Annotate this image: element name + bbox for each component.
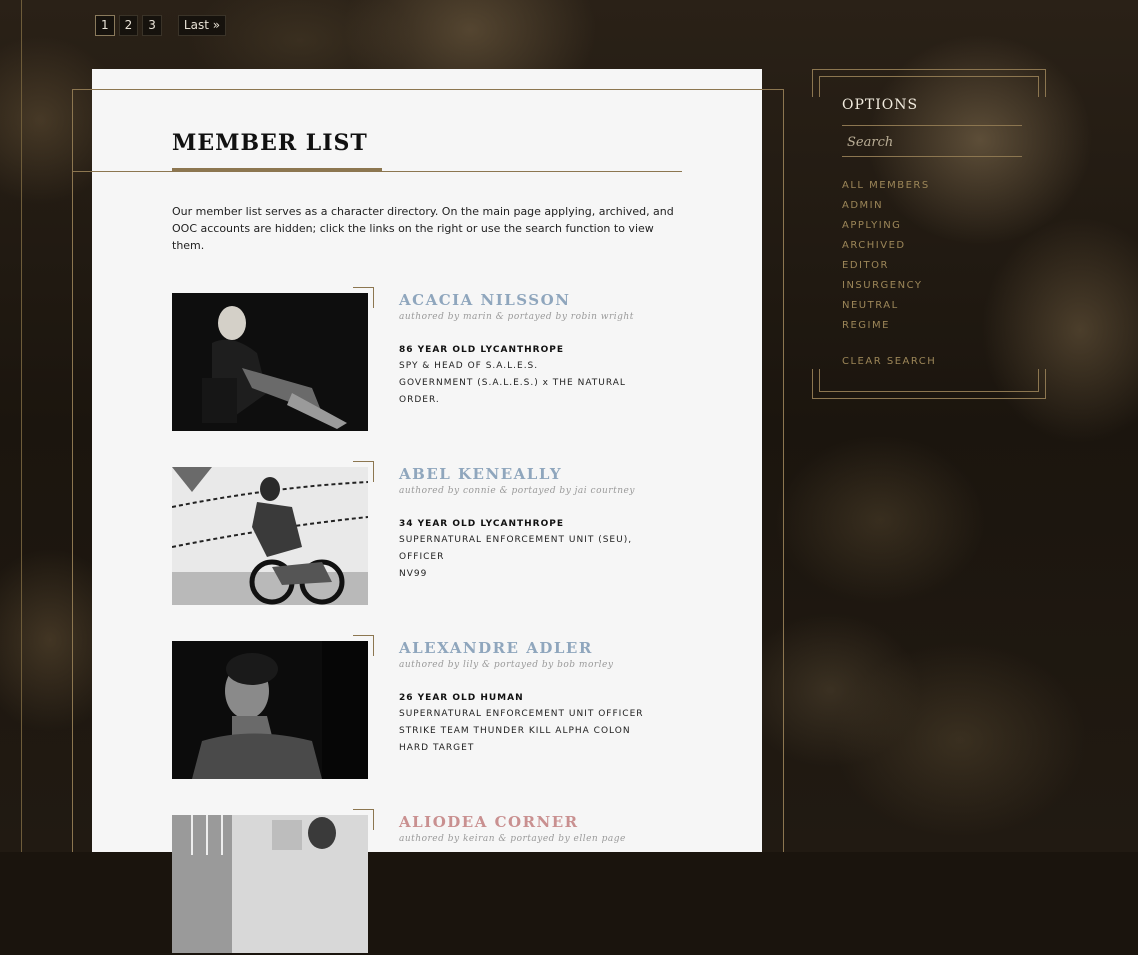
options-divider — [842, 125, 1022, 126]
search-input[interactable] — [842, 130, 1022, 154]
filter-all-members-link[interactable]: ALL MEMBERS — [842, 176, 930, 196]
member-detail: SUPERNATURAL ENFORCEMENT UNIT OFFICER — [399, 709, 644, 719]
member-detail: SUPERNATURAL ENFORCEMENT UNIT (SEU), — [399, 535, 633, 545]
filter-editor-link[interactable]: EDITOR — [842, 256, 930, 276]
member-name[interactable]: ALEXANDRE ADLER — [399, 639, 593, 657]
member-age: 86 YEAR OLD LYCANTHROPE — [399, 345, 564, 355]
last-page-link[interactable]: Last » — [177, 15, 227, 36]
member-age: 26 YEAR OLD HUMAN — [399, 693, 524, 703]
panel-frame-right — [783, 89, 784, 852]
member-photo[interactable] — [172, 293, 368, 431]
filter-applying-link[interactable]: APPLYING — [842, 216, 930, 236]
decorative-border-line — [21, 0, 22, 852]
filter-links: ALL MEMBERS ADMIN APPLYING ARCHIVED EDIT… — [842, 176, 930, 336]
pagination: 1 2 3 Last » — [95, 15, 227, 36]
photo-corner-accent — [353, 461, 374, 482]
member-detail: STRIKE TEAM THUNDER KILL ALPHA COLON — [399, 726, 631, 736]
page-3-link[interactable]: 3 — [142, 15, 162, 36]
filter-insurgency-link[interactable]: INSURGENCY — [842, 276, 930, 296]
member-credit: authored by marin & portayed by robin wr… — [399, 312, 634, 322]
photo-corner-accent — [353, 809, 374, 830]
member-detail: SPY & HEAD OF S.A.L.E.S. — [399, 361, 539, 371]
panel-frame-left — [72, 89, 73, 852]
member-detail: NV99 — [399, 569, 428, 579]
member-credit: authored by lily & portayed by bob morle… — [399, 660, 614, 670]
filter-neutral-link[interactable]: NEUTRAL — [842, 296, 930, 316]
member-credit: authored by keiran & portayed by ellen p… — [399, 834, 626, 844]
page-2-link[interactable]: 2 — [118, 15, 139, 36]
page-1-link[interactable]: 1 — [95, 15, 115, 36]
title-divider — [72, 171, 682, 172]
member-credit: authored by connie & portayed by jai cou… — [399, 486, 635, 496]
clear-search-link[interactable]: CLEAR SEARCH — [842, 356, 936, 367]
member-card: ABEL KENEALLY authored by connie & porta… — [172, 461, 672, 607]
member-photo[interactable] — [172, 815, 368, 953]
member-card: ALEXANDRE ADLER authored by lily & porta… — [172, 635, 672, 781]
member-name[interactable]: ACACIA NILSSON — [399, 291, 570, 309]
photo-corner-accent — [353, 287, 374, 308]
member-age: 34 YEAR OLD LYCANTHROPE — [399, 519, 564, 529]
photo-corner-accent — [353, 635, 374, 656]
member-detail: OFFICER — [399, 552, 445, 562]
panel-frame-top — [72, 89, 783, 90]
member-name[interactable]: ALIODEA CORNER — [399, 813, 579, 831]
member-photo[interactable] — [172, 467, 368, 605]
filter-archived-link[interactable]: ARCHIVED — [842, 236, 930, 256]
options-title: OPTIONS — [842, 97, 919, 113]
member-detail: HARD TARGET — [399, 743, 475, 753]
member-detail: ORDER. — [399, 395, 440, 405]
member-card: ALIODEA CORNER authored by keiran & port… — [172, 809, 672, 955]
member-detail: GOVERNMENT (S.A.L.E.S.) x THE NATURAL — [399, 378, 626, 388]
search-underline — [842, 156, 1022, 157]
filter-admin-link[interactable]: ADMIN — [842, 196, 930, 216]
member-photo[interactable] — [172, 641, 368, 779]
filter-regime-link[interactable]: REGIME — [842, 316, 930, 336]
title-underline — [172, 168, 382, 171]
member-card: ACACIA NILSSON authored by marin & porta… — [172, 287, 672, 433]
member-name[interactable]: ABEL KENEALLY — [399, 465, 562, 483]
page-title: MEMBER LIST — [172, 130, 368, 156]
intro-text: Our member list serves as a character di… — [172, 205, 674, 252]
